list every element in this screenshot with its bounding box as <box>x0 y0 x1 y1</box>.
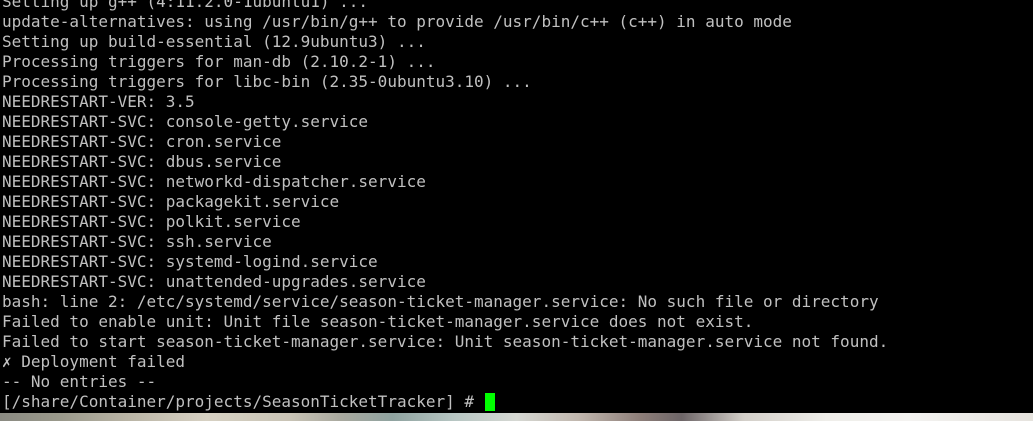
terminal-line: Failed to enable unit: Unit file season-… <box>2 312 754 331</box>
terminal-line: update-alternatives: using /usr/bin/g++ … <box>2 12 792 31</box>
desktop-background-strip <box>0 413 1033 421</box>
terminal-line: NEEDRESTART-SVC: packagekit.service <box>2 192 340 211</box>
terminal-line: ✗ Deployment failed <box>2 352 186 371</box>
terminal-line: -- No entries -- <box>2 372 157 391</box>
prompt-text: [/share/Container/projects/SeasonTicketT… <box>2 392 484 411</box>
terminal-line: bash: line 2: /etc/systemd/service/seaso… <box>2 292 879 311</box>
terminal-line: Processing triggers for libc-bin (2.35-0… <box>2 72 532 91</box>
terminal-line: NEEDRESTART-VER: 3.5 <box>2 92 195 111</box>
terminal-line: NEEDRESTART-SVC: ssh.service <box>2 232 272 251</box>
terminal-line: Processing triggers for man-db (2.10.2-1… <box>2 52 436 71</box>
terminal-line: NEEDRESTART-SVC: unattended-upgrades.ser… <box>2 272 426 291</box>
terminal-line: Failed to start season-ticket-manager.se… <box>2 332 889 351</box>
terminal-line: NEEDRESTART-SVC: dbus.service <box>2 152 282 171</box>
terminal-line: NEEDRESTART-SVC: systemd-logind.service <box>2 252 378 271</box>
command-prompt[interactable]: [/share/Container/projects/SeasonTicketT… <box>2 392 888 412</box>
terminal-line: Setting up build-essential (12.9ubuntu3)… <box>2 32 426 51</box>
terminal-line: NEEDRESTART-SVC: cron.service <box>2 132 282 151</box>
terminal-line: NEEDRESTART-SVC: polkit.service <box>2 212 301 231</box>
terminal-line: NEEDRESTART-SVC: console-getty.service <box>2 112 369 131</box>
terminal-line: NEEDRESTART-SVC: networkd-dispatcher.ser… <box>2 172 426 191</box>
terminal-output: Setting up g++ (4:11.2.0-1ubuntu1) ... u… <box>2 0 888 412</box>
cursor <box>484 393 495 411</box>
terminal-window[interactable]: Setting up g++ (4:11.2.0-1ubuntu1) ... u… <box>0 0 1033 413</box>
terminal-line: Setting up g++ (4:11.2.0-1ubuntu1) ... <box>2 0 369 11</box>
